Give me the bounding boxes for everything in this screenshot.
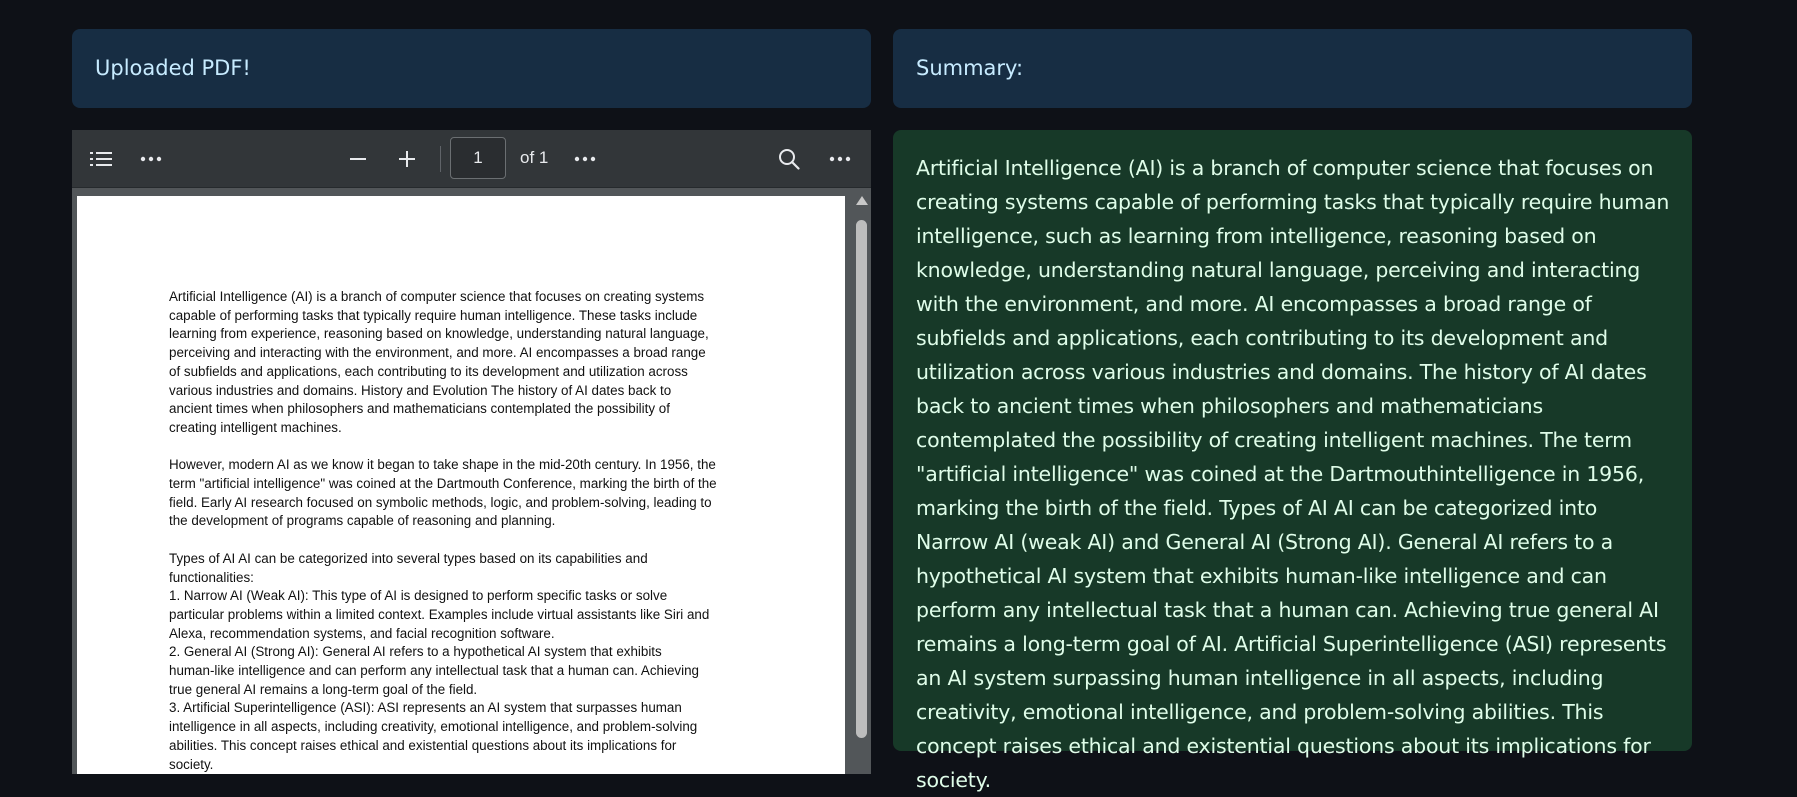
pdf-viewer: of 1 Artificial Intelligence (AI) is a bbox=[72, 130, 871, 774]
plus-icon[interactable] bbox=[390, 142, 424, 176]
pdf-paragraph: Artificial Intelligence (AI) is a branch… bbox=[169, 289, 709, 435]
more-horizontal-icon[interactable] bbox=[568, 142, 602, 176]
page-number-input[interactable] bbox=[450, 137, 506, 179]
search-icon[interactable] bbox=[772, 142, 806, 176]
pdf-paragraph: Types of AI AI can be categorized into s… bbox=[169, 550, 710, 772]
pdf-scrollbar[interactable] bbox=[852, 196, 871, 774]
summary-banner: Summary: bbox=[893, 29, 1692, 108]
uploaded-pdf-text: Uploaded PDF! bbox=[95, 56, 251, 80]
summary-box: Artificial Intelligence (AI) is a branch… bbox=[893, 130, 1692, 792]
pdf-toolbar: of 1 bbox=[72, 130, 871, 188]
summary-text: Artificial Intelligence (AI) is a branch… bbox=[916, 156, 1670, 792]
pdf-page-text: Artificial Intelligence (AI) is a branch… bbox=[169, 288, 759, 774]
list-icon[interactable] bbox=[84, 142, 118, 176]
scroll-up-arrow-icon[interactable] bbox=[856, 196, 868, 205]
more-horizontal-icon[interactable] bbox=[823, 142, 857, 176]
scrollbar-thumb[interactable] bbox=[856, 220, 867, 738]
uploaded-pdf-banner: Uploaded PDF! bbox=[72, 29, 871, 108]
page-total-label: of 1 bbox=[520, 148, 549, 167]
summary-heading: Summary: bbox=[916, 56, 1024, 80]
pdf-page: Artificial Intelligence (AI) is a branch… bbox=[77, 196, 845, 774]
toolbar-divider bbox=[440, 146, 441, 172]
more-horizontal-icon[interactable] bbox=[134, 142, 168, 176]
minus-icon[interactable] bbox=[341, 142, 375, 176]
pdf-paragraph: However, modern AI as we know it began t… bbox=[169, 457, 717, 529]
